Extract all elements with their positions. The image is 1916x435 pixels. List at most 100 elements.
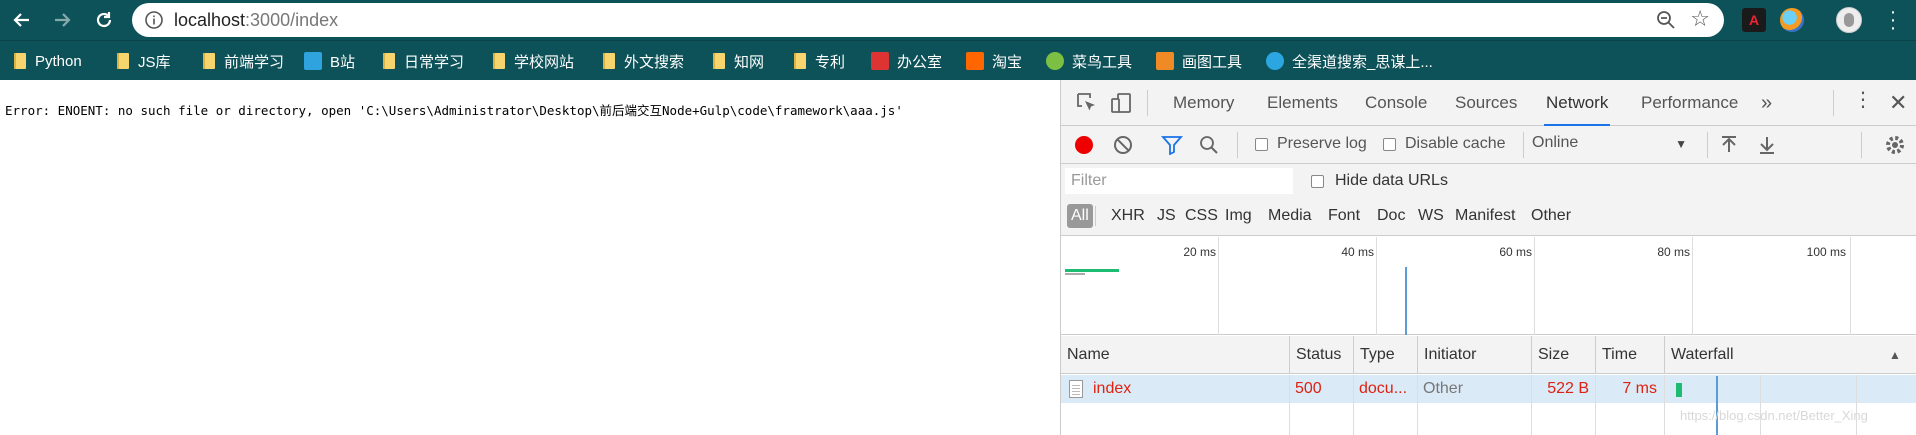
bookmark-foreign-search[interactable]: 外文搜索 <box>603 51 684 71</box>
type-filter-ws[interactable]: WS <box>1418 204 1444 228</box>
sort-up-icon[interactable]: ▲ <box>1883 336 1903 374</box>
bookmarks-bar: Python JS库 前端学习 B站 日常学习 学校网站 外文搜索 知网 专利 … <box>0 40 1916 80</box>
type-filter-all[interactable]: All <box>1067 204 1093 228</box>
filter-input[interactable]: Filter <box>1065 168 1293 194</box>
bookmark-patent[interactable]: 专利 <box>794 51 845 71</box>
bookmark-python[interactable]: Python <box>14 51 82 71</box>
reload-button[interactable] <box>90 6 118 34</box>
column-divider <box>1417 375 1418 435</box>
bookmark-taobao[interactable]: 淘宝 <box>966 51 1022 71</box>
bilibili-icon <box>304 52 322 70</box>
search-icon[interactable] <box>1199 135 1219 155</box>
bookmark-star-icon[interactable]: ☆ <box>1690 8 1710 30</box>
devtools-panel: Memory Elements Console Sources Network … <box>1060 80 1916 435</box>
folder-icon <box>713 53 725 69</box>
runoob-icon <box>1046 52 1064 70</box>
separator <box>1707 132 1708 158</box>
extension-icon[interactable] <box>1780 8 1804 32</box>
bookmark-runoob[interactable]: 菜鸟工具 <box>1046 51 1132 71</box>
tab-network[interactable]: Network <box>1544 80 1611 126</box>
bookmark-office[interactable]: 办公室 <box>871 51 942 71</box>
folder-icon <box>603 53 615 69</box>
column-status[interactable]: Status <box>1289 336 1353 374</box>
device-toolbar-icon[interactable] <box>1109 91 1133 115</box>
hide-data-urls-checkbox[interactable] <box>1311 175 1324 188</box>
bookmark-daily[interactable]: 日常学习 <box>383 51 464 71</box>
reload-icon <box>96 12 112 28</box>
column-initiator[interactable]: Initiator <box>1417 336 1531 374</box>
record-icon[interactable] <box>1075 136 1093 154</box>
type-filter-font[interactable]: Font <box>1328 204 1360 228</box>
filter-icon[interactable] <box>1161 135 1183 155</box>
pdf-extension-icon[interactable]: A <box>1742 8 1766 32</box>
tab-console[interactable]: Console <box>1365 80 1427 126</box>
bookmark-bilibili[interactable]: B站 <box>304 51 355 71</box>
forward-button[interactable] <box>48 6 76 34</box>
bookmark-cnki[interactable]: 知网 <box>713 51 764 71</box>
bookmark-draw[interactable]: 画图工具 <box>1156 51 1242 71</box>
type-filter-js[interactable]: JS <box>1157 204 1176 228</box>
more-tabs-button[interactable]: » <box>1761 80 1772 126</box>
waterfall-dom-marker <box>1716 376 1718 435</box>
import-har-icon[interactable] <box>1717 133 1741 157</box>
preserve-log-checkbox[interactable] <box>1255 138 1268 151</box>
type-filter-doc[interactable]: Doc <box>1377 204 1405 228</box>
folder-icon <box>117 53 129 69</box>
grid-tick <box>1376 237 1377 335</box>
folder-icon <box>383 53 395 69</box>
column-size[interactable]: Size <box>1531 336 1595 374</box>
devtools-menu-icon[interactable]: ⋮ <box>1853 80 1873 126</box>
gear-icon[interactable] <box>1883 133 1907 157</box>
bookmark-jslib[interactable]: JS库 <box>117 51 171 71</box>
request-size: 522 B <box>1547 380 1589 397</box>
column-divider <box>1531 375 1532 435</box>
info-icon[interactable] <box>144 10 164 30</box>
bookmark-school[interactable]: 学校网站 <box>493 51 574 71</box>
tab-performance[interactable]: Performance <box>1641 80 1738 126</box>
type-filter-xhr[interactable]: XHR <box>1111 204 1145 228</box>
browser-menu-icon[interactable]: · · · <box>1888 2 1898 38</box>
export-har-icon[interactable] <box>1755 133 1779 157</box>
devtools-tabbar: Memory Elements Console Sources Network … <box>1061 80 1916 126</box>
tick-label: 40 ms <box>1341 245 1374 259</box>
folder-icon <box>794 53 806 69</box>
inspect-element-icon[interactable] <box>1075 91 1099 115</box>
type-filter-img[interactable]: Img <box>1225 204 1252 228</box>
office-icon <box>871 52 889 70</box>
arrow-right-icon <box>55 13 71 27</box>
column-divider <box>1353 375 1354 435</box>
tab-sources[interactable]: Sources <box>1455 80 1517 126</box>
folder-icon <box>203 53 215 69</box>
column-divider <box>1289 375 1290 435</box>
request-name[interactable]: index <box>1093 375 1283 403</box>
preserve-log-label: Preserve log <box>1277 135 1367 152</box>
column-waterfall[interactable]: Waterfall <box>1664 336 1916 374</box>
column-type[interactable]: Type <box>1353 336 1417 374</box>
column-time[interactable]: Time <box>1595 336 1664 374</box>
type-filter-manifest[interactable]: Manifest <box>1455 204 1515 228</box>
disable-cache-checkbox[interactable] <box>1383 138 1396 151</box>
table-row[interactable]: index 500 docu... Other 522 B 7 ms <box>1061 375 1916 403</box>
separator <box>1237 132 1238 158</box>
type-filter-css[interactable]: CSS <box>1185 204 1218 228</box>
bookmark-search[interactable]: 全渠道搜索_思谋上... <box>1266 51 1433 71</box>
tick-label: 100 ms <box>1806 245 1846 259</box>
requests-header: Name Status Type Initiator Size Time Wat… <box>1061 336 1916 374</box>
back-button[interactable] <box>8 6 36 34</box>
separator <box>1861 132 1862 158</box>
grid-tick <box>1692 237 1693 335</box>
column-name[interactable]: Name <box>1061 336 1289 374</box>
tab-elements[interactable]: Elements <box>1267 80 1338 126</box>
bookmark-frontend[interactable]: 前端学习 <box>203 51 284 71</box>
column-divider <box>1595 375 1596 435</box>
type-filter-other[interactable]: Other <box>1531 204 1571 228</box>
tab-memory[interactable]: Memory <box>1173 80 1234 126</box>
address-bar[interactable]: localhost:3000/index ☆ <box>132 3 1724 37</box>
throttle-select[interactable]: Online ▼ <box>1532 134 1697 156</box>
type-filter-media[interactable]: Media <box>1268 204 1312 228</box>
clear-icon[interactable] <box>1114 136 1132 154</box>
close-devtools-icon[interactable]: ✕ <box>1889 80 1907 126</box>
zoom-out-icon[interactable] <box>1656 10 1676 30</box>
request-initiator: Other <box>1423 380 1464 397</box>
profile-avatar[interactable] <box>1836 7 1862 33</box>
